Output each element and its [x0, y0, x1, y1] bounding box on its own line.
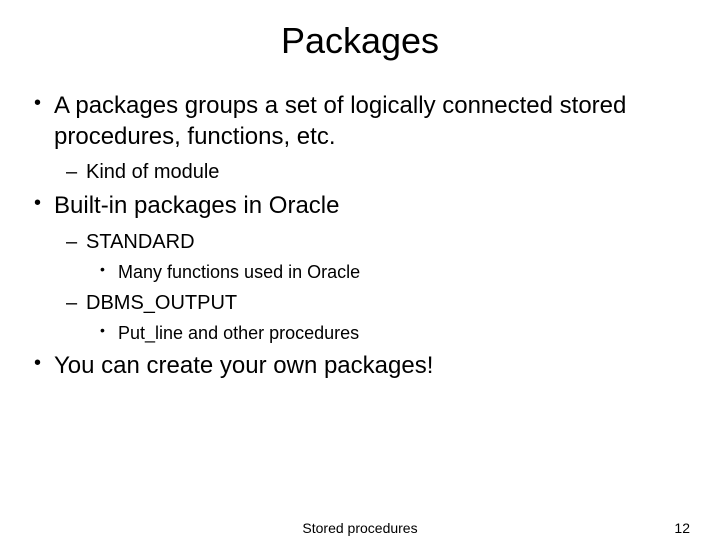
bullet-item: Kind of module — [30, 158, 680, 186]
bullet-item: STANDARD — [30, 228, 680, 256]
bullet-item: You can create your own packages! — [30, 350, 680, 381]
bullet-item: Put_line and other procedures — [30, 321, 680, 346]
bullet-item: Built-in packages in Oracle — [30, 190, 680, 221]
footer-center-text: Stored procedures — [302, 520, 417, 536]
slide-title: Packages — [0, 0, 720, 90]
bullet-item: A packages groups a set of logically con… — [30, 90, 680, 152]
slide-content: A packages groups a set of logically con… — [0, 90, 720, 381]
bullet-item: Many functions used in Oracle — [30, 260, 680, 285]
bullet-item: DBMS_OUTPUT — [30, 289, 680, 317]
page-number: 12 — [674, 520, 690, 536]
